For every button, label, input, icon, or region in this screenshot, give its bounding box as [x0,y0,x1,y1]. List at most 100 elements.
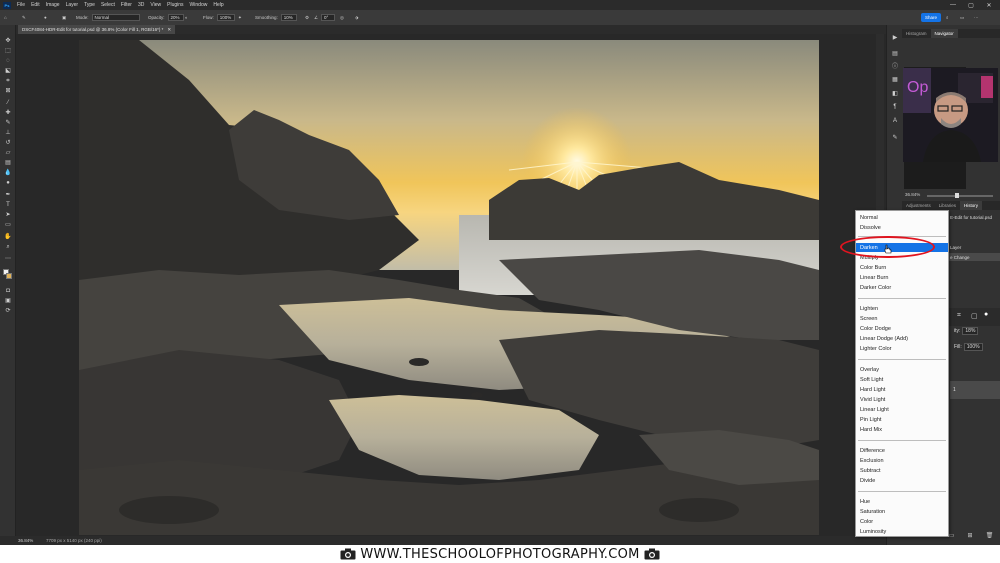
zoom-tool-icon[interactable]: ⌕ [4,243,12,250]
hand-tool-icon[interactable]: ✋ [4,233,12,240]
marquee-tool-icon[interactable]: ⬚ [4,47,12,54]
blend-hue[interactable]: Hue [856,497,948,506]
pressure-size-icon[interactable]: ◎ [340,13,344,22]
blend-linear-dodge[interactable]: Linear Dodge (Add) [856,334,948,343]
blend-hard-mix[interactable]: Hard Mix [856,425,948,434]
blend-color[interactable]: Color [856,517,948,526]
path-select-tool-icon[interactable]: ➤ [4,211,12,218]
menu-image[interactable]: Image [43,2,63,8]
more-tools-icon[interactable]: ⋯ [4,255,12,262]
menu-edit[interactable]: Edit [28,2,43,8]
blend-lighten[interactable]: Lighten [856,304,948,313]
menu-filter[interactable]: Filter [118,2,135,8]
menu-file[interactable]: File [14,2,28,8]
brush-tool-icon-left[interactable]: ✎ [4,119,12,126]
blend-soft-light[interactable]: Soft Light [856,375,948,384]
layer-opacity-control[interactable]: ity: 18% [954,327,979,335]
delete-layer-icon[interactable]: 🗑 [986,532,994,542]
blend-exclusion[interactable]: Exclusion [856,456,948,465]
tab-libraries[interactable]: Libraries [935,201,960,210]
workspace-icon[interactable]: ▭ [960,13,964,22]
menu-help[interactable]: Help [210,2,226,8]
eyedropper-tool-icon[interactable]: ⁄ [4,99,12,106]
menu-type[interactable]: Type [81,2,98,8]
layer-opacity-field[interactable]: 18% [962,327,979,335]
blend-overlay[interactable]: Overlay [856,365,948,374]
blend-subtract[interactable]: Subtract [856,466,948,475]
menu-window[interactable]: Window [187,2,211,8]
minimize-icon[interactable]: — [944,0,962,10]
background-color-swatch[interactable] [6,273,12,279]
home-icon[interactable]: ⌂ [4,13,7,22]
tab-history[interactable]: History [960,201,983,210]
zoom-level[interactable]: 36.84% [18,538,33,543]
pen-tool-icon[interactable]: ✒ [4,191,12,198]
symmetry-icon[interactable]: ⬗ [355,13,358,22]
object-select-tool-icon[interactable]: ⬕ [4,67,12,74]
tab-close-icon[interactable]: ✕ [167,27,171,33]
blend-luminosity[interactable]: Luminosity [856,527,948,536]
layer-fill-field[interactable]: 100% [963,343,983,351]
share-button[interactable]: Share [921,13,941,22]
brush-settings-icon[interactable]: ▣ [62,13,66,22]
smoothing-control[interactable]: Smoothing: 10% [255,13,297,22]
blend-screen[interactable]: Screen [856,314,948,323]
menu-view[interactable]: View [147,2,164,8]
blend-color-burn[interactable]: Color Burn [856,263,948,272]
eraser-tool-icon[interactable]: ▱ [4,149,12,156]
info-icon[interactable]: ⓘ [891,61,899,70]
maximize-icon[interactable]: ▢ [962,0,980,10]
transform-lock-icon[interactable]: ⌗ [957,312,961,320]
frame-tool-icon[interactable]: ⊠ [4,87,12,94]
pressure-opacity-icon[interactable]: ◐ [185,13,188,22]
history-brush-tool-icon[interactable]: ↺ [4,139,12,146]
navigator-zoom[interactable]: 36.84% [905,192,920,197]
layer-fill-control[interactable]: Fill: 100% [954,343,983,351]
swatches-icon[interactable]: ◧ [891,89,899,97]
healing-brush-tool-icon[interactable]: ✚ [4,109,12,116]
edit-toolbar-icon[interactable]: ⟳ [4,307,12,314]
opacity-control[interactable]: Opacity: 20% [148,13,184,22]
blend-color-dodge[interactable]: Color Dodge [856,324,948,333]
blend-normal[interactable]: Normal [856,213,948,222]
more-icon[interactable]: ⋯ [974,13,979,22]
document-image[interactable] [79,40,819,535]
navigator-zoom-slider[interactable] [927,193,993,198]
quick-mask-icon[interactable]: ◘ [4,287,12,294]
menu-plugins[interactable]: Plugins [164,2,186,8]
blend-dissolve[interactable]: Dissolve [856,223,948,232]
blend-pin-light[interactable]: Pin Light [856,415,948,424]
menu-select[interactable]: Select [98,2,118,8]
smoothing-field[interactable]: 10% [280,14,297,21]
mode-select[interactable]: Normal [91,14,140,21]
dodge-tool-icon[interactable]: ● [4,179,12,186]
blend-hard-light[interactable]: Hard Light [856,385,948,394]
layer-row-selected[interactable]: 1 [950,381,1000,399]
blend-linear-light[interactable]: Linear Light [856,405,948,414]
blur-tool-icon[interactable]: 💧 [4,169,12,176]
blend-difference[interactable]: Difference [856,446,948,455]
search-icon[interactable]: ⌕ [946,13,949,22]
type-tool-icon[interactable]: T [4,201,12,208]
brush-size-icon[interactable]: ● [44,13,47,22]
flow-field[interactable]: 100% [216,14,235,21]
brushes-icon[interactable]: ✎ [891,133,899,141]
lasso-tool-icon[interactable]: ◌ [4,57,12,64]
rectangle-tool-icon[interactable]: ▭ [4,221,12,228]
blend-lighter-color[interactable]: Lighter Color [856,344,948,353]
paragraph-icon[interactable]: ¶ [891,103,899,111]
crop-tool-icon[interactable]: ⌗ [4,77,12,84]
brush-tool-icon[interactable]: ✎ [22,13,26,22]
blend-linear-burn[interactable]: Linear Burn [856,273,948,282]
mode-control[interactable]: Mode: Normal [76,13,140,22]
move-tool-icon[interactable]: ✥ [4,37,12,44]
character-icon[interactable]: A [891,117,899,125]
lock-all-icon[interactable]: ● [984,311,988,318]
document-tab[interactable]: DSCF4084-HDR-Edit for tutorial.psd @ 36.… [18,25,176,34]
tab-adjustments[interactable]: Adjustments [902,201,935,210]
tab-navigator[interactable]: Navigator [930,29,958,38]
artboard-lock-icon[interactable]: ▢ [971,312,978,320]
play-actions-icon[interactable]: ▶ [891,33,899,41]
blend-saturation[interactable]: Saturation [856,507,948,516]
angle-control[interactable]: ∠ 0° [314,13,336,22]
